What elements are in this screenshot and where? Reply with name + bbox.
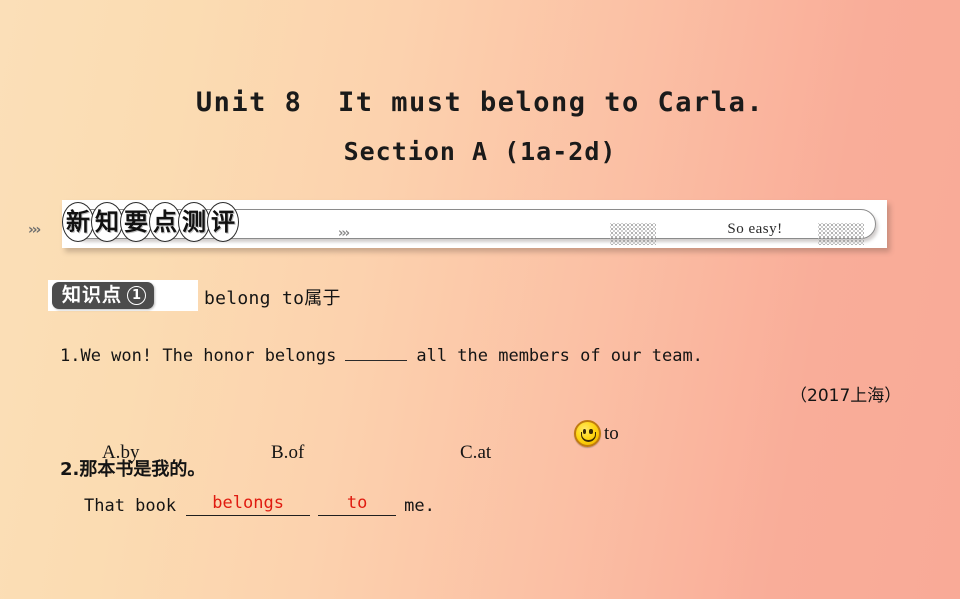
smiley-mouth [581, 432, 596, 442]
question-1-sentence: 1.We won! The honor belongs all the memb… [60, 345, 703, 366]
question-2-prompt: 2.那本书是我的。 [60, 459, 206, 480]
option-c[interactable]: C.at [441, 420, 491, 486]
question-1-text-before: 1.We won! The honor belongs [60, 346, 337, 366]
chevrons-right-icon: ››› [338, 226, 350, 241]
banner-char-1: 新 [62, 202, 94, 242]
question-2-answer-2[interactable]: to [318, 493, 397, 517]
question-2-answer-1[interactable]: belongs [186, 493, 311, 517]
option-b-text: of [288, 442, 305, 463]
banner-tagline: So easy! [727, 221, 783, 237]
banner-char-2: 知 [91, 202, 123, 242]
question-2-text-end: me. [404, 496, 435, 517]
slide-title-block: Unit 8 It must belong to Carla. Section … [0, 86, 960, 167]
knowledge-point-title: belong to属于 [204, 288, 341, 309]
dot-grid-left-icon [610, 223, 656, 245]
chevrons-left-icon: ››› [28, 222, 41, 238]
banner-char-1-label: 新 [66, 208, 90, 236]
question-2-sentence: That book belongs to me. [84, 493, 435, 517]
knowledge-point-badge-label: 知识点 [62, 284, 123, 306]
banner-char-6: 评 [207, 202, 239, 242]
banner-char-3-label: 要 [124, 208, 148, 236]
option-d-text: to [604, 422, 619, 444]
option-c-text: at [477, 442, 492, 463]
banner-char-6-label: 评 [211, 208, 235, 236]
question-1-blank[interactable] [345, 345, 408, 361]
option-c-key: C. [460, 442, 478, 463]
banner-char-3: 要 [120, 202, 152, 242]
option-d-correct[interactable]: to [574, 420, 619, 447]
slide-title-line-2: Section A (1a-2d) [343, 136, 617, 166]
dot-grid-right-icon [818, 223, 864, 245]
question-1-source: （2017上海） [790, 386, 902, 406]
question-1-options: A.by B.of C.at to [84, 420, 664, 463]
banner-char-4: 点 [149, 202, 181, 242]
banner-char-2-label: 知 [95, 208, 119, 236]
smiley-face-icon [574, 420, 601, 447]
question-1-text-after: all the members of our team. [416, 346, 703, 366]
banner-char-5: 测 [178, 202, 210, 242]
option-b-key: B. [271, 442, 289, 463]
knowledge-point-badge: 知识点 1 [52, 282, 155, 309]
banner-char-4-label: 点 [153, 208, 177, 236]
slide-title-line-1: Unit 8 It must belong to Carla. [195, 87, 765, 118]
question-2-text-start: That book [84, 496, 177, 517]
banner-title-characters: 新 知 要 点 测 评 [62, 202, 239, 242]
option-b[interactable]: B.of [252, 420, 304, 486]
knowledge-point-number: 1 [127, 286, 147, 305]
banner-char-5-label: 测 [182, 208, 206, 236]
